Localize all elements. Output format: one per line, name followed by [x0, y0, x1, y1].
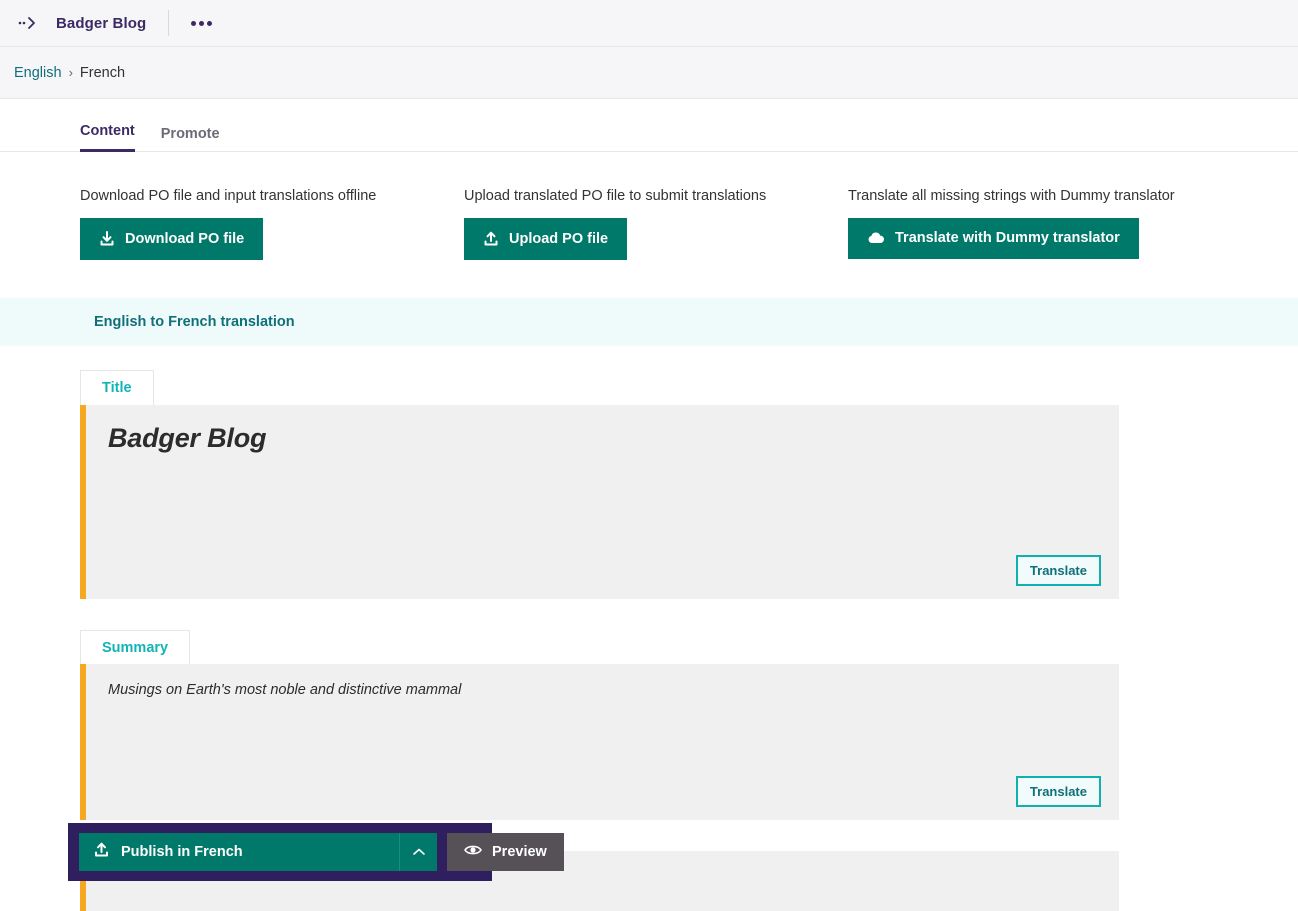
- field-block-summary: Summary Musings on Earth's most noble an…: [80, 630, 1119, 821]
- upload-po-file-label: Upload PO file: [509, 232, 608, 247]
- breadcrumb-item-english[interactable]: English: [14, 65, 62, 81]
- field-label-summary: Summary: [80, 630, 190, 665]
- notification-message: English to French translation: [94, 314, 295, 330]
- publish-button-group: Publish in French: [79, 833, 437, 871]
- top-header: Badger Blog: [0, 0, 1298, 47]
- publish-in-french-label: Publish in French: [121, 844, 243, 860]
- action-download-po: Download PO file and input translations …: [80, 188, 464, 260]
- action-upload-po-description: Upload translated PO file to submit tran…: [464, 188, 848, 204]
- chevron-right-icon: ›: [69, 65, 73, 80]
- header-divider: [168, 10, 169, 36]
- download-po-file-button[interactable]: Download PO file: [80, 218, 263, 260]
- eye-icon: [464, 843, 482, 861]
- upload-po-file-button[interactable]: Upload PO file: [464, 218, 627, 260]
- publish-in-french-button[interactable]: Publish in French: [79, 833, 399, 871]
- sidebar-collapse-arrow-icon[interactable]: [14, 12, 44, 34]
- tab-promote[interactable]: Promote: [161, 126, 220, 152]
- field-block-title: Title Badger Blog Translate: [80, 370, 1119, 599]
- ellipsis-dot: [199, 21, 204, 26]
- page-title: Badger Blog: [56, 15, 146, 32]
- action-download-po-description: Download PO file and input translations …: [80, 188, 464, 204]
- field-body-summary: Musings on Earth's most noble and distin…: [80, 664, 1119, 820]
- tab-bar: Content Promote: [0, 99, 1298, 152]
- breadcrumb: English › French: [0, 47, 1298, 99]
- translate-title-button[interactable]: Translate: [1016, 555, 1101, 586]
- preview-button[interactable]: Preview: [447, 833, 564, 871]
- translation-actions: Download PO file and input translations …: [0, 152, 1298, 260]
- upload-icon: [93, 842, 110, 862]
- tab-content[interactable]: Content: [80, 123, 135, 152]
- translate-summary-button[interactable]: Translate: [1016, 776, 1101, 807]
- field-value-title: Badger Blog: [108, 423, 1097, 454]
- translate-with-dummy-translator-button[interactable]: Translate with Dummy translator: [848, 218, 1139, 259]
- download-po-file-label: Download PO file: [125, 232, 244, 247]
- translate-with-dummy-translator-label: Translate with Dummy translator: [895, 231, 1120, 246]
- field-label-title: Title: [80, 370, 154, 405]
- field-body-title: Badger Blog Translate: [80, 405, 1119, 599]
- cloud-icon: [867, 231, 885, 245]
- ellipsis-horizontal-icon[interactable]: [187, 15, 216, 32]
- breadcrumb-item-french: French: [80, 65, 125, 81]
- preview-label: Preview: [492, 844, 547, 860]
- field-value-summary: Musings on Earth's most noble and distin…: [108, 682, 1097, 698]
- ellipsis-dot: [207, 21, 212, 26]
- bottom-action-bar: Publish in French Preview: [68, 823, 492, 881]
- publish-options-toggle[interactable]: [399, 833, 437, 871]
- action-machine-translate-description: Translate all missing strings with Dummy…: [848, 188, 1232, 204]
- action-machine-translate: Translate all missing strings with Dummy…: [848, 188, 1232, 260]
- download-icon: [99, 231, 115, 247]
- chevron-up-icon: [412, 845, 426, 860]
- translation-notification-banner: English to French translation: [0, 298, 1298, 346]
- action-upload-po: Upload translated PO file to submit tran…: [464, 188, 848, 260]
- upload-icon: [483, 231, 499, 247]
- ellipsis-dot: [191, 21, 196, 26]
